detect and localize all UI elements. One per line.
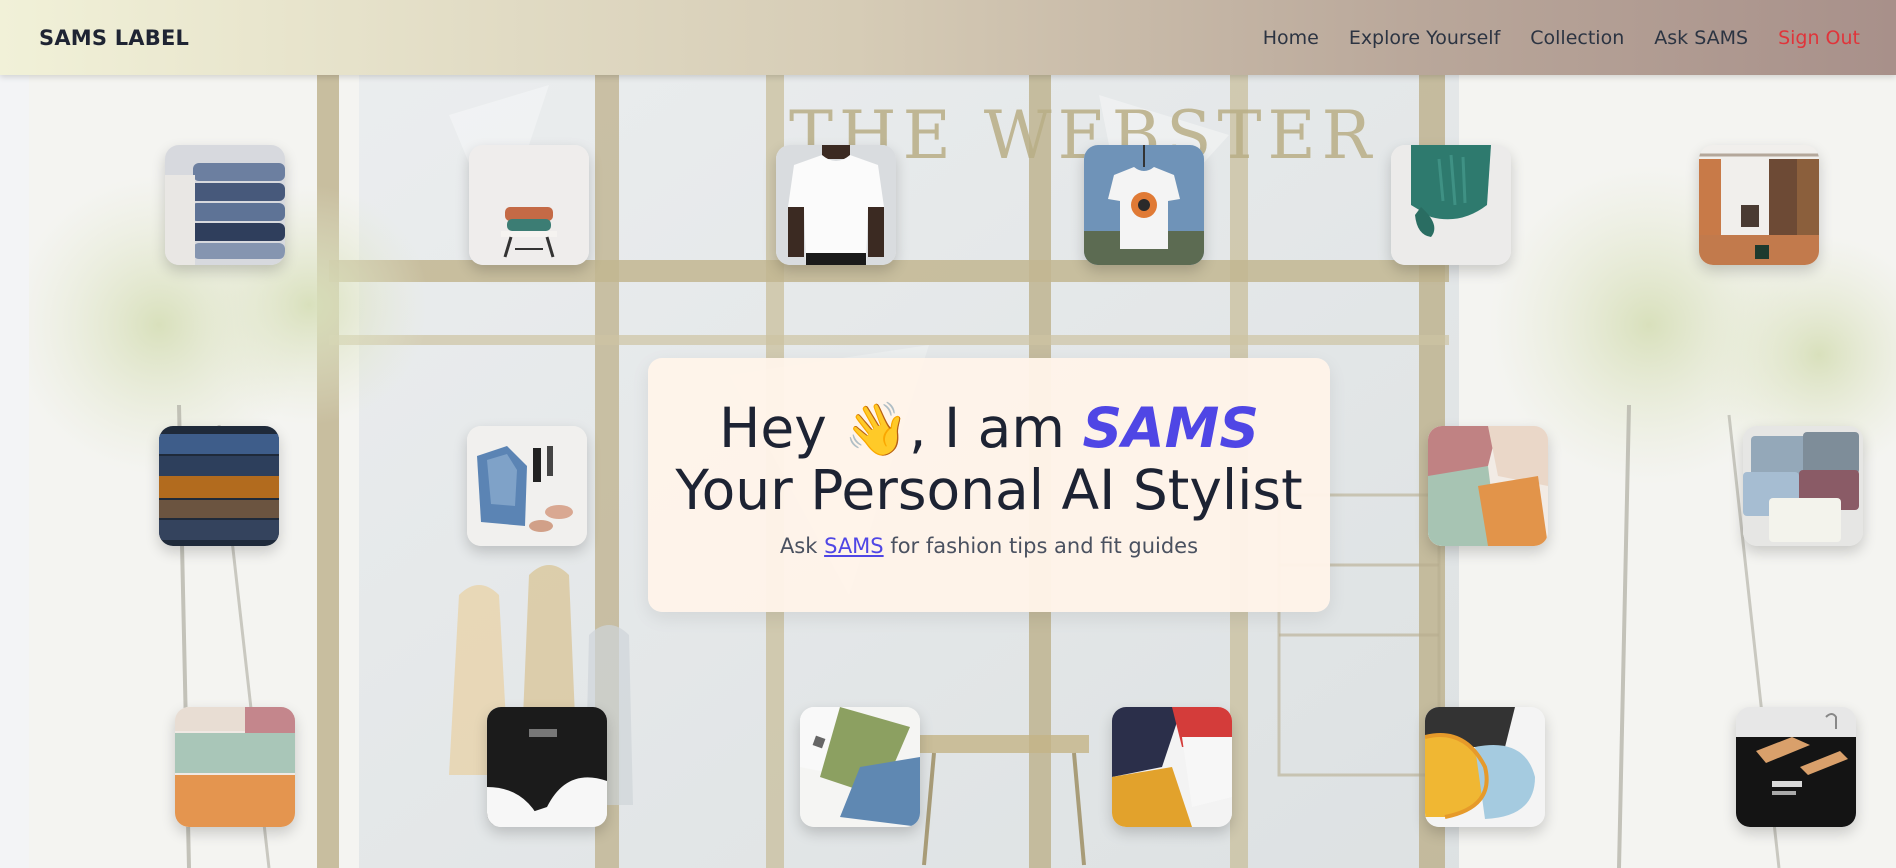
hanger-tee-icon [1736,707,1856,827]
headline-intro: , I am [909,396,1083,460]
jeans-stack-icon [165,145,285,265]
black-tee-icon [487,707,607,827]
headline-greeting: Hey [719,396,845,460]
folded-shirts-thumbnail[interactable] [1743,426,1863,546]
assistant-name: SAMS [1082,396,1259,460]
sweater-stool-icon [469,145,589,265]
hanging-graphic-tee-thumbnail[interactable] [1084,145,1204,265]
black-tee-hanger-thumbnail[interactable] [1736,707,1856,827]
multi-tees-icon [1112,707,1232,827]
hero-headline: Hey 👋, I am SAMS Your Personal AI Stylis… [648,398,1330,520]
main-nav: Home Explore Yourself Collection Ask SAM… [1263,27,1860,49]
denim-stack-thumbnail[interactable] [159,426,279,546]
folded-shirts-icon [1743,426,1863,546]
navy-red-mustard-tees-thumbnail[interactable] [1112,707,1232,827]
hero-welcome-card: Hey 👋, I am SAMS Your Personal AI Stylis… [648,358,1330,612]
stacked-tees-thumbnail[interactable] [175,707,295,827]
denim-jacket-flatlay-thumbnail[interactable] [467,426,587,546]
brand-logo[interactable]: SAMS LABEL [39,26,189,50]
white-tshirt-icon [776,145,896,265]
knit-sleeve-icon [1391,145,1511,265]
hoodie-stack-icon [1425,707,1545,827]
jacket-flatlay-icon [467,426,587,546]
clothing-rack-thumbnail[interactable] [1699,145,1819,265]
stacked-tees-icon [175,707,295,827]
top-navigation-bar: SAMS LABEL Home Explore Yourself Collect… [0,0,1896,75]
waving-hand-icon: 👋 [844,400,909,460]
pastel-tees-thumbnail[interactable] [1428,426,1548,546]
denim-stack-icon [159,426,279,546]
pastel-tees-icon [1428,426,1548,546]
headline-tagline: Your Personal AI Stylist [675,458,1303,522]
olive-blue-tees-thumbnail[interactable] [800,707,920,827]
subheading-suffix: for fashion tips and fit guides [883,534,1199,558]
hoodie-stack-thumbnail[interactable] [1425,707,1545,827]
nav-collection-link[interactable]: Collection [1530,27,1624,49]
sweater-on-stool-thumbnail[interactable] [469,145,589,265]
green-knit-sleeve-thumbnail[interactable] [1391,145,1511,265]
nav-home-link[interactable]: Home [1263,27,1319,49]
folded-jeans-thumbnail[interactable] [165,145,285,265]
subheading-prefix: Ask [779,534,825,558]
sign-out-link[interactable]: Sign Out [1778,27,1860,49]
clothing-rack-icon [1699,145,1819,265]
nav-explore-yourself-link[interactable]: Explore Yourself [1349,27,1500,49]
olive-tees-icon [800,707,920,827]
hero-subheading: Ask SAMS for fashion tips and fit guides [648,534,1330,558]
hero-section: THE WEBSTER Hey 👋, I am SAMS Your Person… [29,75,1896,868]
black-tee-thumbnail[interactable] [487,707,607,827]
ask-sams-inline-link[interactable]: SAMS [824,534,884,558]
white-tshirt-thumbnail[interactable] [776,145,896,265]
nav-ask-sams-link[interactable]: Ask SAMS [1654,27,1748,49]
hanging-tee-icon [1084,145,1204,265]
